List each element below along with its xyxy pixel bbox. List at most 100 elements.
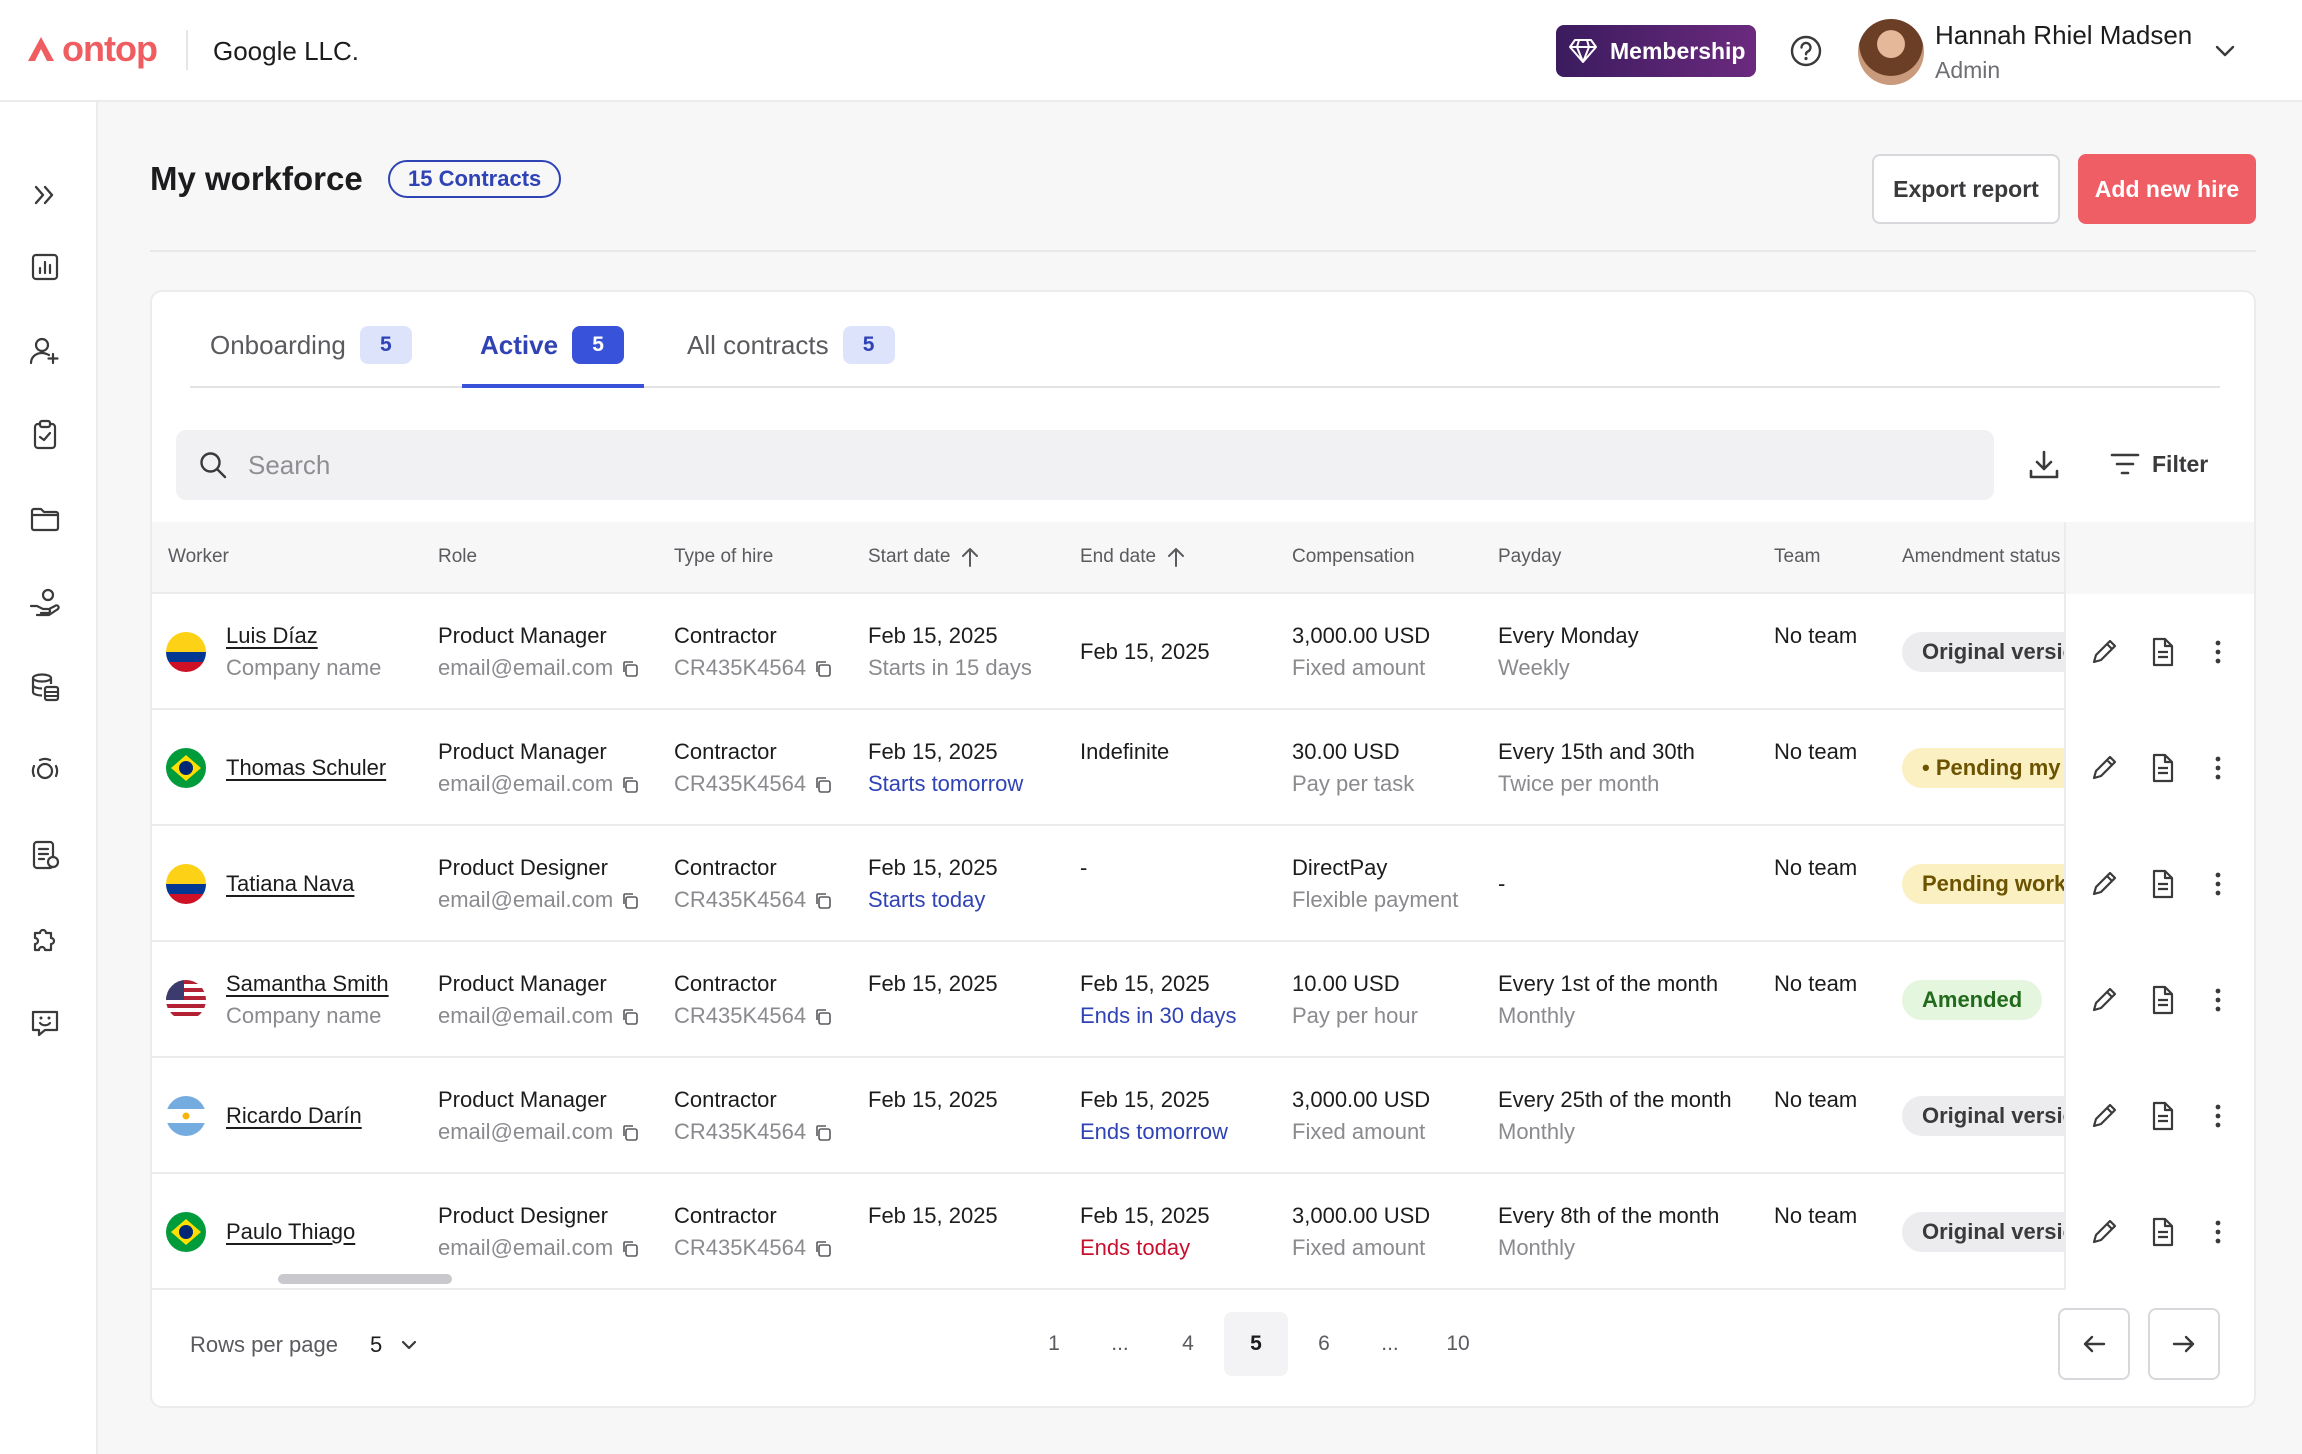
puzzle-icon[interactable]: [28, 922, 62, 956]
filter-button[interactable]: Filter: [2110, 444, 2208, 484]
table-row[interactable]: Ricardo Darín Product Manager email@emai…: [152, 1058, 2254, 1174]
table-row[interactable]: Tatiana Nava Product Designer email@emai…: [152, 826, 2254, 942]
copy-icon[interactable]: [814, 892, 832, 910]
payday-text: Every 1st of the month: [1498, 971, 1719, 996]
chat-smile-icon[interactable]: [28, 1006, 62, 1040]
document-icon[interactable]: [2146, 636, 2178, 668]
document-icon[interactable]: [2146, 868, 2178, 900]
tab-onboarding[interactable]: Onboarding 5: [210, 326, 412, 364]
payday-cell: Every 1st of the month Monthly: [1498, 968, 1718, 1032]
rows-per-page-value: 5: [370, 1332, 383, 1357]
team-text: No team: [1774, 1087, 1858, 1112]
copy-icon[interactable]: [814, 660, 832, 678]
worker-name-link[interactable]: Paulo Thiago: [226, 1216, 355, 1248]
avatar[interactable]: [1858, 19, 1924, 85]
table-row[interactable]: Samantha Smith Company name Product Mana…: [152, 942, 2254, 1058]
payday-cell: -: [1498, 868, 1505, 900]
edit-pencil-icon[interactable]: [2088, 1216, 2120, 1248]
table-row[interactable]: Thomas Schuler Product Manager email@ema…: [152, 710, 2254, 826]
start-date: Feb 15, 2025: [868, 623, 998, 648]
edit-pencil-icon[interactable]: [2088, 984, 2120, 1016]
compensation-type: Pay per hour: [1292, 1003, 1418, 1028]
page-button[interactable]: 10: [1426, 1312, 1490, 1376]
more-options-icon[interactable]: [2202, 1100, 2234, 1132]
analytics-icon[interactable]: [28, 250, 62, 284]
compensation-cell: 3,000.00 USD Fixed amount: [1292, 620, 1430, 684]
document-icon[interactable]: [2146, 984, 2178, 1016]
page-button[interactable]: 6: [1292, 1312, 1356, 1376]
tab-active[interactable]: Active 5: [480, 326, 625, 364]
add-user-icon[interactable]: [28, 334, 62, 368]
page-button[interactable]: 1: [1022, 1312, 1086, 1376]
start-date-note: Starts tomorrow: [868, 771, 1024, 796]
copy-icon[interactable]: [814, 1008, 832, 1026]
add-new-hire-button[interactable]: Add new hire: [2078, 154, 2256, 224]
chevron-down-icon[interactable]: [2212, 38, 2238, 64]
col-start-date[interactable]: Start date: [868, 546, 980, 568]
copy-icon[interactable]: [621, 776, 639, 794]
folder-icon[interactable]: [28, 502, 62, 536]
email-value: email@email.com: [438, 887, 614, 912]
database-coins-icon[interactable]: [28, 670, 62, 704]
copy-icon[interactable]: [814, 1124, 832, 1142]
user-role: Admin: [1935, 57, 2001, 83]
worker-name-link[interactable]: Samantha Smith: [226, 968, 389, 1000]
tab-all-contracts[interactable]: All contracts 5: [687, 326, 895, 364]
more-options-icon[interactable]: [2202, 868, 2234, 900]
export-report-button[interactable]: Export report: [1872, 154, 2060, 224]
worker-name-link[interactable]: Thomas Schuler: [226, 752, 386, 784]
horizontal-scrollbar[interactable]: [278, 1274, 452, 1284]
copy-icon[interactable]: [621, 1240, 639, 1258]
rows-per-page-label: Rows per page: [190, 1332, 338, 1357]
page-button[interactable]: 4: [1156, 1312, 1220, 1376]
role-text: Product Designer: [438, 1203, 608, 1228]
more-options-icon[interactable]: [2202, 636, 2234, 668]
compensation-type: Pay per task: [1292, 771, 1415, 796]
expand-icon[interactable]: [28, 178, 62, 212]
table-row[interactable]: Luis Díaz Company name Product Manager e…: [152, 594, 2254, 710]
worker-name-link[interactable]: Tatiana Nava: [226, 868, 354, 900]
worker-cell: Thomas Schuler: [226, 752, 386, 784]
email-value: email@email.com: [438, 771, 614, 796]
copy-icon[interactable]: [621, 1124, 639, 1142]
hand-coins-icon[interactable]: [28, 586, 62, 620]
document-list-icon[interactable]: [28, 838, 62, 872]
amendment-status-badge: Original version: [1902, 632, 2064, 672]
copy-icon[interactable]: [814, 1240, 832, 1258]
more-options-icon[interactable]: [2202, 1216, 2234, 1248]
membership-button[interactable]: Membership: [1556, 25, 1756, 77]
help-icon[interactable]: [1789, 34, 1823, 68]
more-options-icon[interactable]: [2202, 752, 2234, 784]
document-icon[interactable]: [2146, 752, 2178, 784]
worker-name-link[interactable]: Ricardo Darín: [226, 1100, 362, 1132]
previous-page-button[interactable]: [2058, 1308, 2130, 1380]
copy-icon[interactable]: [621, 892, 639, 910]
copy-icon[interactable]: [814, 776, 832, 794]
copy-icon[interactable]: [621, 660, 639, 678]
table-header: Worker Role Type of hire Start date End …: [152, 522, 2254, 594]
worker-name-link[interactable]: Luis Díaz: [226, 620, 381, 652]
worker-cell: Paulo Thiago: [226, 1216, 355, 1248]
edit-pencil-icon[interactable]: [2088, 1100, 2120, 1132]
compensation-amount: 3,000.00 USD: [1292, 1087, 1431, 1112]
edit-pencil-icon[interactable]: [2088, 636, 2120, 668]
copy-icon[interactable]: [621, 1008, 639, 1026]
rows-per-page-select[interactable]: 5: [370, 1332, 420, 1358]
clipboard-check-icon[interactable]: [28, 418, 62, 452]
document-icon[interactable]: [2146, 1216, 2178, 1248]
col-end-date[interactable]: End date: [1080, 546, 1186, 568]
ontop-logo[interactable]: ontop: [26, 28, 158, 70]
page-button[interactable]: 5: [1224, 1312, 1288, 1376]
next-page-button[interactable]: [2148, 1308, 2220, 1380]
search-input[interactable]: [248, 449, 1848, 481]
edit-pencil-icon[interactable]: [2088, 868, 2120, 900]
email-text: email@email.com: [438, 652, 639, 684]
edit-pencil-icon[interactable]: [2088, 752, 2120, 784]
col-team: Team: [1774, 546, 1821, 567]
download-icon[interactable]: [2026, 447, 2062, 483]
support-icon[interactable]: [28, 754, 62, 788]
start-date-cell: Feb 15, 2025: [868, 968, 998, 1000]
table-row[interactable]: Paulo Thiago Product Designer email@emai…: [152, 1174, 2254, 1290]
more-options-icon[interactable]: [2202, 984, 2234, 1016]
document-icon[interactable]: [2146, 1100, 2178, 1132]
